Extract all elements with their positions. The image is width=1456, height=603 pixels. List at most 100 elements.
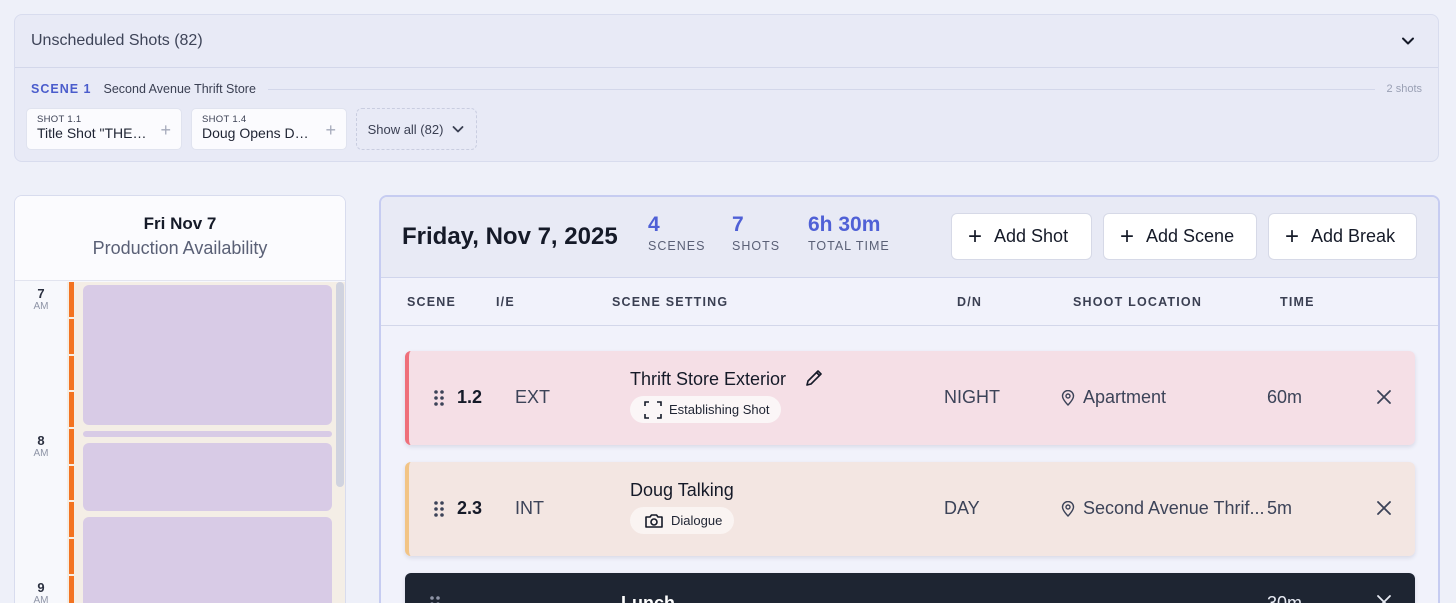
day-schedule-panel: Friday, Nov 7, 2025 4 SCENES 7 SHOTS 6h …: [379, 195, 1440, 603]
show-all-label: Show all (82): [367, 121, 444, 137]
schedule-row[interactable]: 1.2 EXT Thrift Store Exterior Establishi…: [405, 351, 1415, 445]
break-row[interactable]: Lunch 30m: [405, 573, 1415, 603]
quarter-tick: [69, 427, 74, 429]
col-dn[interactable]: D/N: [957, 295, 982, 309]
shot-type-badge: Dialogue: [630, 507, 735, 534]
row-location-label: Second Avenue Thrif...: [1083, 498, 1265, 518]
scene-name: Second Avenue Thrift Store: [103, 82, 256, 96]
row-location-label: Apartment: [1083, 387, 1167, 407]
unscheduled-shots-panel: Unscheduled Shots (82) SCENE 1 Second Av…: [14, 14, 1439, 162]
row-location: Apartment: [1061, 387, 1166, 408]
shot-type-label: Dialogue: [671, 513, 723, 528]
plus-icon[interactable]: +: [160, 120, 171, 141]
schedule-block[interactable]: [83, 431, 332, 437]
stat-label: TOTAL TIME: [808, 239, 890, 253]
schedule-block[interactable]: [83, 517, 332, 603]
close-icon[interactable]: [1375, 593, 1393, 603]
add-shot-button[interactable]: + Add Shot: [951, 213, 1092, 260]
drag-handle-icon[interactable]: [433, 500, 445, 518]
close-icon[interactable]: [1375, 388, 1393, 406]
schedule-row[interactable]: 2.3 INT Doug Talking Dialogue DAY Second…: [405, 462, 1415, 556]
col-scene-setting[interactable]: SCENE SETTING: [612, 295, 728, 309]
hour-ampm: AM: [33, 595, 49, 603]
stat-value: 6h 30m: [808, 213, 881, 236]
add-scene-button[interactable]: + Add Scene: [1103, 213, 1257, 260]
scene-tag: SCENE 1: [31, 82, 92, 96]
break-time: 30m: [1267, 593, 1303, 603]
shot-chip[interactable]: SHOT 1.4 Doug Opens Do... +: [191, 108, 347, 150]
hour-label: 8 AM: [15, 434, 67, 460]
row-ie: INT: [515, 498, 544, 518]
stat-label: SCENES: [648, 239, 706, 253]
shot-chip-title: Doug Opens Do...: [202, 125, 312, 141]
close-icon[interactable]: [1375, 499, 1393, 517]
quarter-tick: [69, 354, 74, 356]
shot-type-badge: Establishing Shot: [630, 396, 782, 423]
column-headers: SCENE I/E SCENE SETTING D/N SHOOT LOCATI…: [381, 278, 1438, 326]
quarter-tick: [69, 537, 74, 539]
hour-number: 9: [37, 580, 45, 595]
col-time[interactable]: TIME: [1280, 295, 1315, 309]
add-scene-label: Add Scene: [1146, 226, 1235, 246]
map-pin-icon: [1061, 500, 1075, 517]
scene-group-header: SCENE 1 Second Avenue Thrift Store 2 sho…: [31, 81, 1422, 97]
show-all-button[interactable]: Show all (82): [356, 108, 477, 150]
plus-icon[interactable]: +: [325, 120, 336, 141]
quarter-tick: [69, 574, 74, 576]
drag-handle-icon[interactable]: [429, 595, 441, 603]
quarter-tick: [69, 464, 74, 466]
stat-label: SHOTS: [732, 239, 781, 253]
schedule-header: Friday, Nov 7, 2025 4 SCENES 7 SHOTS 6h …: [381, 197, 1438, 278]
row-dn: NIGHT: [944, 387, 1000, 407]
quarter-tick: [69, 500, 74, 502]
hour-ampm: AM: [33, 448, 49, 459]
shot-chip-label: SHOT 1.4: [202, 114, 247, 125]
shot-chip-title: Title Shot "THE ...: [37, 125, 147, 141]
shot-chip[interactable]: SHOT 1.1 Title Shot "THE ... +: [26, 108, 182, 150]
hour-labels: 7 AM 8 AM 9 AM: [15, 282, 67, 603]
break-label: Lunch: [621, 593, 675, 603]
add-break-button[interactable]: + Add Break: [1268, 213, 1417, 260]
focus-frame-icon: [644, 400, 662, 419]
shot-chip-label: SHOT 1.1: [37, 114, 82, 125]
hour-label: 7 AM: [15, 286, 67, 313]
plus-icon: +: [968, 222, 983, 250]
shot-chips: SHOT 1.1 Title Shot "THE ... + SHOT 1.4 …: [26, 108, 477, 150]
add-shot-label: Add Shot: [994, 226, 1069, 246]
drag-handle-icon[interactable]: [433, 389, 445, 407]
quarter-tick: [69, 317, 74, 319]
stat-value: 7: [732, 213, 744, 236]
row-time: 5m: [1267, 498, 1293, 518]
production-availability-panel: Fri Nov 7 Production Availability 7 AM 8…: [14, 195, 346, 603]
row-scene-setting: Thrift Store Exterior: [630, 369, 787, 389]
chevron-down-icon[interactable]: [1400, 33, 1416, 49]
col-scene[interactable]: SCENE: [407, 295, 456, 309]
hour-number: 7: [37, 286, 45, 301]
hour-label: 9 AM: [15, 581, 67, 603]
map-pin-icon: [1061, 389, 1075, 406]
stat-total-time: 6h 30m TOTAL TIME: [808, 213, 890, 253]
schedule-block[interactable]: [83, 443, 332, 511]
plus-icon: +: [1285, 222, 1300, 250]
col-shoot-location[interactable]: SHOOT LOCATION: [1073, 295, 1202, 309]
row-scene-setting: Doug Talking: [630, 480, 734, 500]
availability-timeline: 7 AM 8 AM 9 AM: [15, 282, 345, 603]
schedule-block[interactable]: [83, 285, 332, 425]
pencil-icon[interactable]: [804, 368, 824, 388]
stat-scenes: 4 SCENES: [648, 213, 705, 253]
plus-icon: +: [1120, 222, 1135, 250]
row-ie: EXT: [515, 387, 551, 407]
unscheduled-header[interactable]: Unscheduled Shots (82): [15, 15, 1438, 68]
stat-shots: 7 SHOTS: [732, 213, 780, 253]
row-dn: DAY: [944, 498, 980, 518]
scene-shot-count: 2 shots: [1386, 83, 1422, 95]
stat-value: 4: [648, 213, 660, 236]
availability-bar: [69, 282, 74, 603]
col-ie[interactable]: I/E: [496, 295, 515, 309]
quarter-tick: [69, 390, 74, 392]
scrollbar[interactable]: [336, 282, 344, 487]
row-scene-number: 1.2: [457, 387, 483, 407]
scheduled-blocks: [83, 282, 332, 603]
row-time: 60m: [1267, 387, 1303, 407]
hour-ampm: AM: [33, 301, 49, 312]
